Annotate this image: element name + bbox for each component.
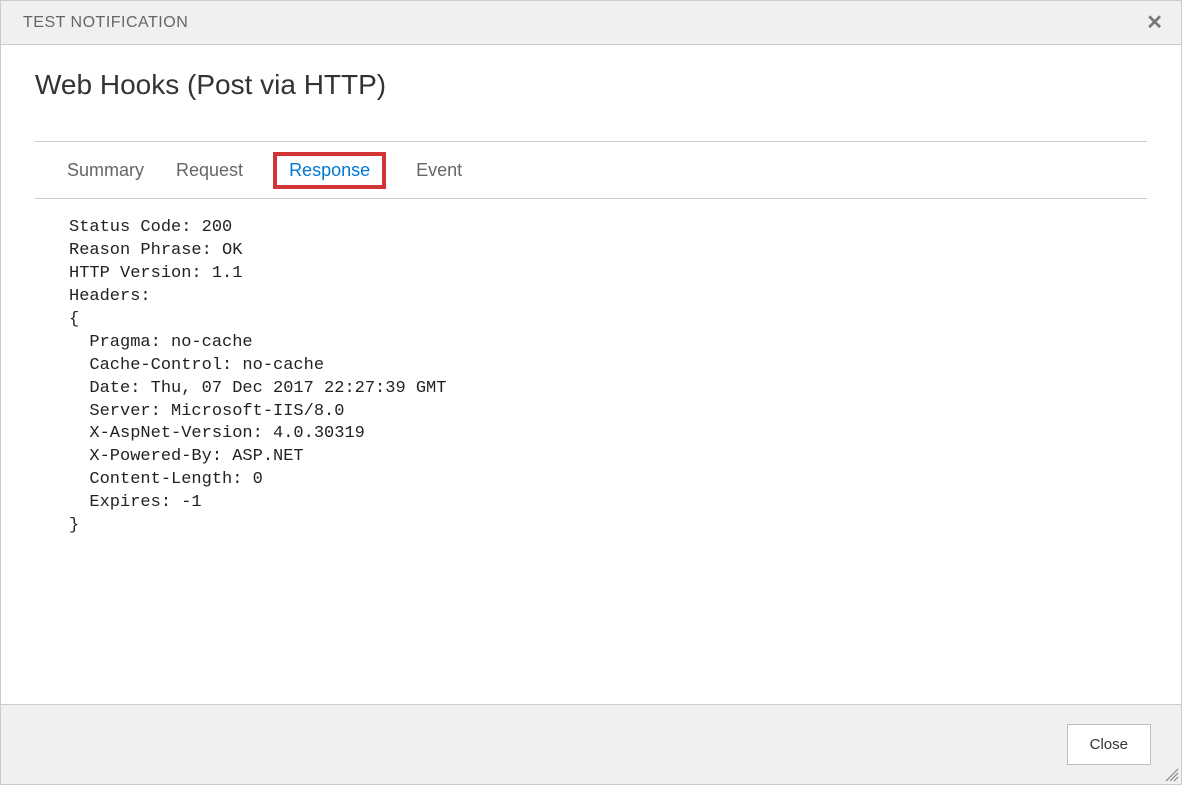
tab-summary[interactable]: Summary <box>65 156 146 185</box>
test-notification-dialog: TEST NOTIFICATION ✕ Web Hooks (Post via … <box>0 0 1182 785</box>
response-body: Status Code: 200 Reason Phrase: OK HTTP … <box>35 199 1147 538</box>
page-title: Web Hooks (Post via HTTP) <box>35 69 1147 101</box>
tab-response-highlight: Response <box>273 152 386 189</box>
tab-response[interactable]: Response <box>287 156 372 184</box>
tab-event[interactable]: Event <box>414 156 464 185</box>
close-button[interactable]: Close <box>1067 724 1151 765</box>
dialog-footer: Close <box>1 704 1181 784</box>
dialog-title: TEST NOTIFICATION <box>23 14 188 32</box>
resize-grip[interactable] <box>1163 766 1179 782</box>
tab-request[interactable]: Request <box>174 156 245 185</box>
tab-bar: Summary Request Response Event <box>35 141 1147 199</box>
dialog-titlebar: TEST NOTIFICATION ✕ <box>1 1 1181 45</box>
close-icon[interactable]: ✕ <box>1142 9 1167 37</box>
dialog-content: Web Hooks (Post via HTTP) Summary Reques… <box>1 45 1181 704</box>
